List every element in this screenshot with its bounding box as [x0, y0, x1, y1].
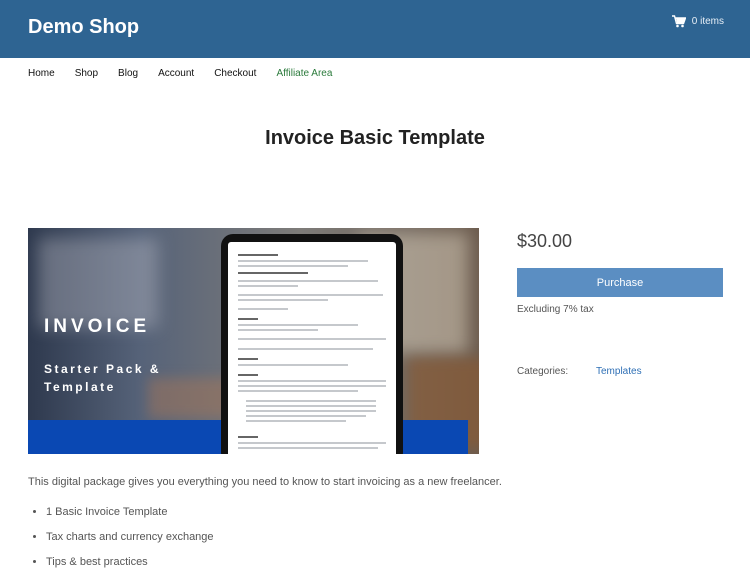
category-link-templates[interactable]: Templates: [596, 366, 642, 377]
image-overlay-title: INVOICE: [44, 316, 151, 337]
product-description: This digital package gives you everythin…: [28, 476, 502, 488]
feature-item: Tax charts and currency exchange: [46, 525, 214, 550]
tax-note: Excluding 7% tax: [517, 304, 594, 315]
nav-account[interactable]: Account: [158, 68, 194, 79]
cart-icon: [671, 15, 686, 28]
nav-checkout[interactable]: Checkout: [214, 68, 256, 79]
categories-label: Categories:: [517, 366, 569, 377]
feature-item: Tips & best practices: [46, 550, 214, 575]
product-price: $30.00: [517, 231, 573, 251]
tablet-screen: [228, 242, 396, 454]
product-categories: Categories: Templates: [517, 366, 642, 377]
tablet-mockup: [221, 234, 403, 454]
cart-link[interactable]: 0 items: [671, 15, 724, 28]
nav-blog[interactable]: Blog: [118, 68, 138, 79]
product-features: 1 Basic Invoice Template Tax charts and …: [28, 500, 214, 575]
site-header: Demo Shop 0 items: [0, 0, 750, 58]
nav-home[interactable]: Home: [28, 68, 55, 79]
nav-affiliate-area[interactable]: Affiliate Area: [276, 68, 332, 79]
purchase-button[interactable]: Purchase: [517, 268, 723, 297]
nav-shop[interactable]: Shop: [75, 68, 98, 79]
product-image[interactable]: INVOICE Starter Pack & Template: [28, 228, 479, 454]
site-title[interactable]: Demo Shop: [28, 16, 139, 39]
page-title: Invoice Basic Template: [265, 127, 485, 149]
main-nav: Home Shop Blog Account Checkout Affiliat…: [28, 68, 352, 79]
image-overlay-subtitle: Starter Pack & Template: [44, 362, 162, 394]
cart-count: 0 items: [691, 16, 724, 27]
feature-item: 1 Basic Invoice Template: [46, 500, 214, 525]
